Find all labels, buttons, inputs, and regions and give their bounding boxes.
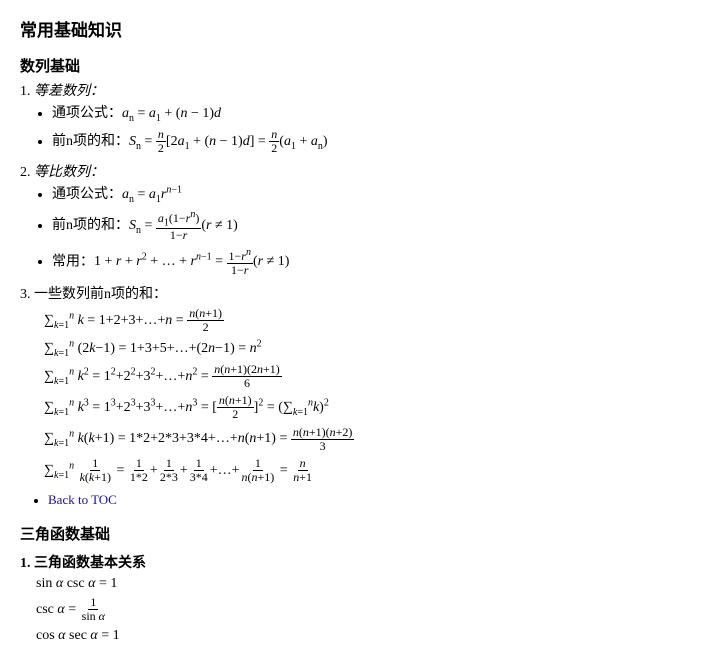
trig-subsection: 1. 三角函数基本关系 sin α csc α = 1 csc α = 1sin… (20, 552, 704, 643)
sequences-section-title: 数列基础 (20, 55, 704, 76)
sum-kk1: ∑k=1n k(k+1) = 1*2+2*3+3*4+…+n(n+1) = n(… (44, 426, 704, 453)
sum-2k-1: ∑k=1n (2k−1) = 1+3+5+…+(2n−1) = n2 (44, 338, 704, 358)
arithmetic-bullets: 通项公式：an = a1 + (n − 1)d 前n项的和：Sn = n2[2a… (20, 102, 704, 155)
sum-k2: ∑k=1n k2 = 12+22+32+…+n2 = n(n+1)(2n+1)6 (44, 363, 704, 390)
sum-k3: ∑k=1n k3 = 13+23+33+…+n3 = [n(n+1)2]2 = … (44, 394, 704, 421)
sum-k: ∑k=1n k = 1+2+3+…+n = n(n+1)2 (44, 307, 704, 334)
back-to-toc-list: Back to TOC (28, 492, 704, 509)
list-item-geometric: 2. 等比数列： 通项公式：an = a1rn−1 前n项的和：Sn = a1(… (20, 161, 704, 277)
sum-telescoping: ∑k=1n 1k(k+1) = 11*2+12*3+13*4+…+1n(n+1)… (44, 457, 704, 484)
summations-list: ∑k=1n k = 1+2+3+…+n = n(n+1)2 ∑k=1n (2k−… (20, 307, 704, 484)
back-to-toc-item: Back to TOC (48, 492, 704, 509)
geometric-sum: 前n项的和：Sn = a1(1−rn)1−r(r ≠ 1) (52, 209, 704, 243)
trig-basic-relations-title: 1. 三角函数基本关系 (20, 552, 704, 572)
list-item-arithmetic: 1. 等差数列： 通项公式：an = a1 + (n − 1)d 前n项的和：S… (20, 80, 704, 155)
arithmetic-general-term: 通项公式：an = a1 + (n − 1)d (52, 102, 704, 124)
back-to-toc-link[interactable]: Back to TOC (48, 492, 117, 507)
geometric-bullets: 通项公式：an = a1rn−1 前n项的和：Sn = a1(1−rn)1−r(… (20, 183, 704, 277)
list-item-summations: 3. 一些数列前n项的和： ∑k=1n k = 1+2+3+…+n = n(n+… (20, 283, 704, 484)
geometric-common-formula: 常用：1 + r + r2 + … + rn−1 = 1−rn1−r(r ≠ 1… (52, 247, 704, 277)
sequences-list: 1. 等差数列： 通项公式：an = a1 + (n − 1)d 前n项的和：S… (20, 80, 704, 484)
arithmetic-sum: 前n项的和：Sn = n2[2a1 + (n − 1)d] = n2(a1 + … (52, 128, 704, 155)
geometric-general-term: 通项公式：an = a1rn−1 (52, 183, 704, 205)
trig-cos-sec: cos α sec α = 1 (36, 628, 704, 644)
trig-csc-def: csc α = 1sin α (36, 596, 704, 623)
trig-basic-list: sin α csc α = 1 csc α = 1sin α cos α sec… (20, 576, 704, 643)
trig-section-title: 三角函数基础 (20, 523, 704, 544)
page-title: 常用基础知识 (20, 16, 704, 41)
